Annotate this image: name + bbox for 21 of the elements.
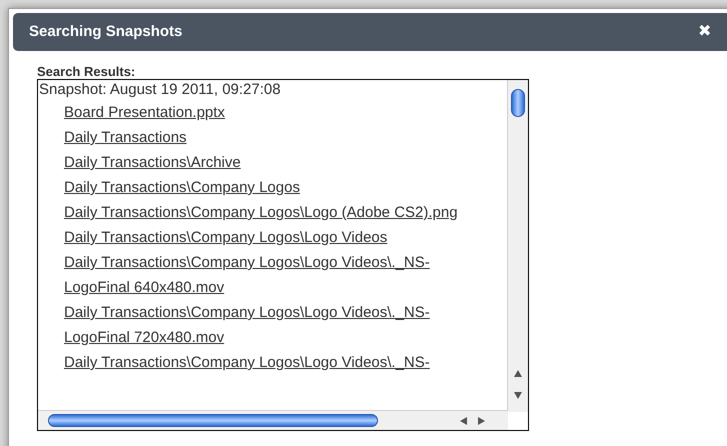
- section-label: Search Results:: [37, 63, 136, 79]
- result-link[interactable]: Daily Transactions: [64, 125, 488, 150]
- scroll-right-icon[interactable]: [478, 417, 485, 425]
- result-link[interactable]: Daily Transactions\Company Logos\Logo (Adobe CS2).png: [64, 200, 488, 225]
- close-button[interactable]: ✖: [698, 24, 711, 40]
- horizontal-scrollbar[interactable]: [38, 410, 508, 430]
- result-link[interactable]: Daily Transactions\Company Logos: [64, 175, 488, 200]
- result-link[interactable]: Daily Transactions\Archive: [64, 150, 488, 175]
- result-link[interactable]: Daily Transactions\Company Logos\Logo Videos: [64, 225, 488, 250]
- vertical-scrollbar[interactable]: [507, 80, 528, 412]
- result-link[interactable]: Daily Transactions\Company Logos\Logo Videos\._NS-LogoFinal 720x480.mov: [64, 300, 488, 350]
- scroll-up-icon[interactable]: [514, 370, 522, 377]
- scroll-thumb[interactable]: [511, 89, 525, 117]
- result-link[interactable]: Board Presentation.pptx: [64, 100, 488, 125]
- result-link[interactable]: Daily Transactions\Company Logos\Logo Videos\._NS-: [64, 350, 488, 375]
- snapshot-heading: Snapshot: August 19 2011, 09:27:08: [39, 80, 281, 100]
- scroll-thumb[interactable]: [48, 414, 378, 427]
- scroll-left-icon[interactable]: [460, 417, 467, 425]
- scroll-down-icon[interactable]: [514, 392, 522, 399]
- dialog-title: Searching Snapshots: [29, 22, 182, 42]
- result-link[interactable]: Daily Transactions\Company Logos\Logo Videos\._NS-LogoFinal 640x480.mov: [64, 250, 488, 300]
